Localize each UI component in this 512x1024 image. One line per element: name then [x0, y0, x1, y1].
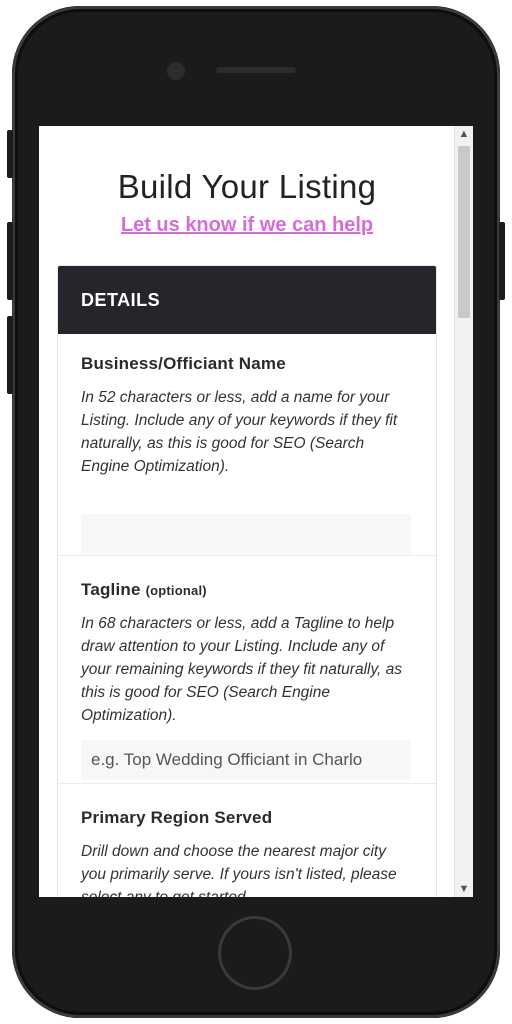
tagline-title: Tagline — [81, 580, 141, 599]
primary-region-title: Primary Region Served — [81, 808, 273, 827]
tagline-input[interactable]: e.g. Top Wedding Officiant in Charlo — [81, 740, 411, 780]
scroll-down-arrow-icon[interactable]: ▼ — [455, 883, 473, 895]
help-link[interactable]: Let us know if we can help — [39, 214, 455, 237]
business-name-title: Business/Officiant Name — [81, 354, 286, 373]
business-name-input[interactable] — [81, 514, 411, 554]
scroll-up-arrow-icon[interactable]: ▲ — [455, 128, 473, 140]
tagline-section: Tagline (optional) In 68 characters or l… — [58, 556, 436, 784]
primary-region-description: Drill down and choose the nearest major … — [81, 843, 397, 897]
business-name-label: Business/Officiant Name — [81, 354, 286, 374]
tagline-label: Tagline (optional) — [81, 580, 207, 600]
page-scrollbar[interactable]: ▲ ▼ — [454, 126, 473, 897]
tagline-optional-note: (optional) — [145, 583, 207, 598]
earpiece-speaker — [216, 67, 296, 73]
front-camera — [167, 62, 185, 80]
volume-down-button — [7, 316, 13, 394]
scroll-thumb[interactable] — [458, 146, 470, 318]
power-button — [499, 222, 505, 300]
details-card: DETAILS Business/Officiant Name In 52 ch… — [57, 265, 437, 897]
page-title: Build Your Listing — [117, 168, 377, 205]
business-name-section: Business/Officiant Name In 52 characters… — [58, 334, 436, 556]
business-name-description: In 52 characters or less, add a name for… — [81, 389, 398, 475]
mute-switch — [7, 130, 13, 178]
volume-up-button — [7, 222, 13, 300]
details-header: DETAILS — [58, 266, 436, 334]
phone-screen: Build Your Listing Let us know if we can… — [39, 126, 473, 897]
home-button[interactable] — [218, 916, 292, 990]
primary-region-section: Primary Region Served Drill down and cho… — [58, 784, 436, 897]
primary-region-label: Primary Region Served — [81, 808, 272, 828]
tagline-description: In 68 characters or less, add a Tagline … — [81, 615, 403, 724]
